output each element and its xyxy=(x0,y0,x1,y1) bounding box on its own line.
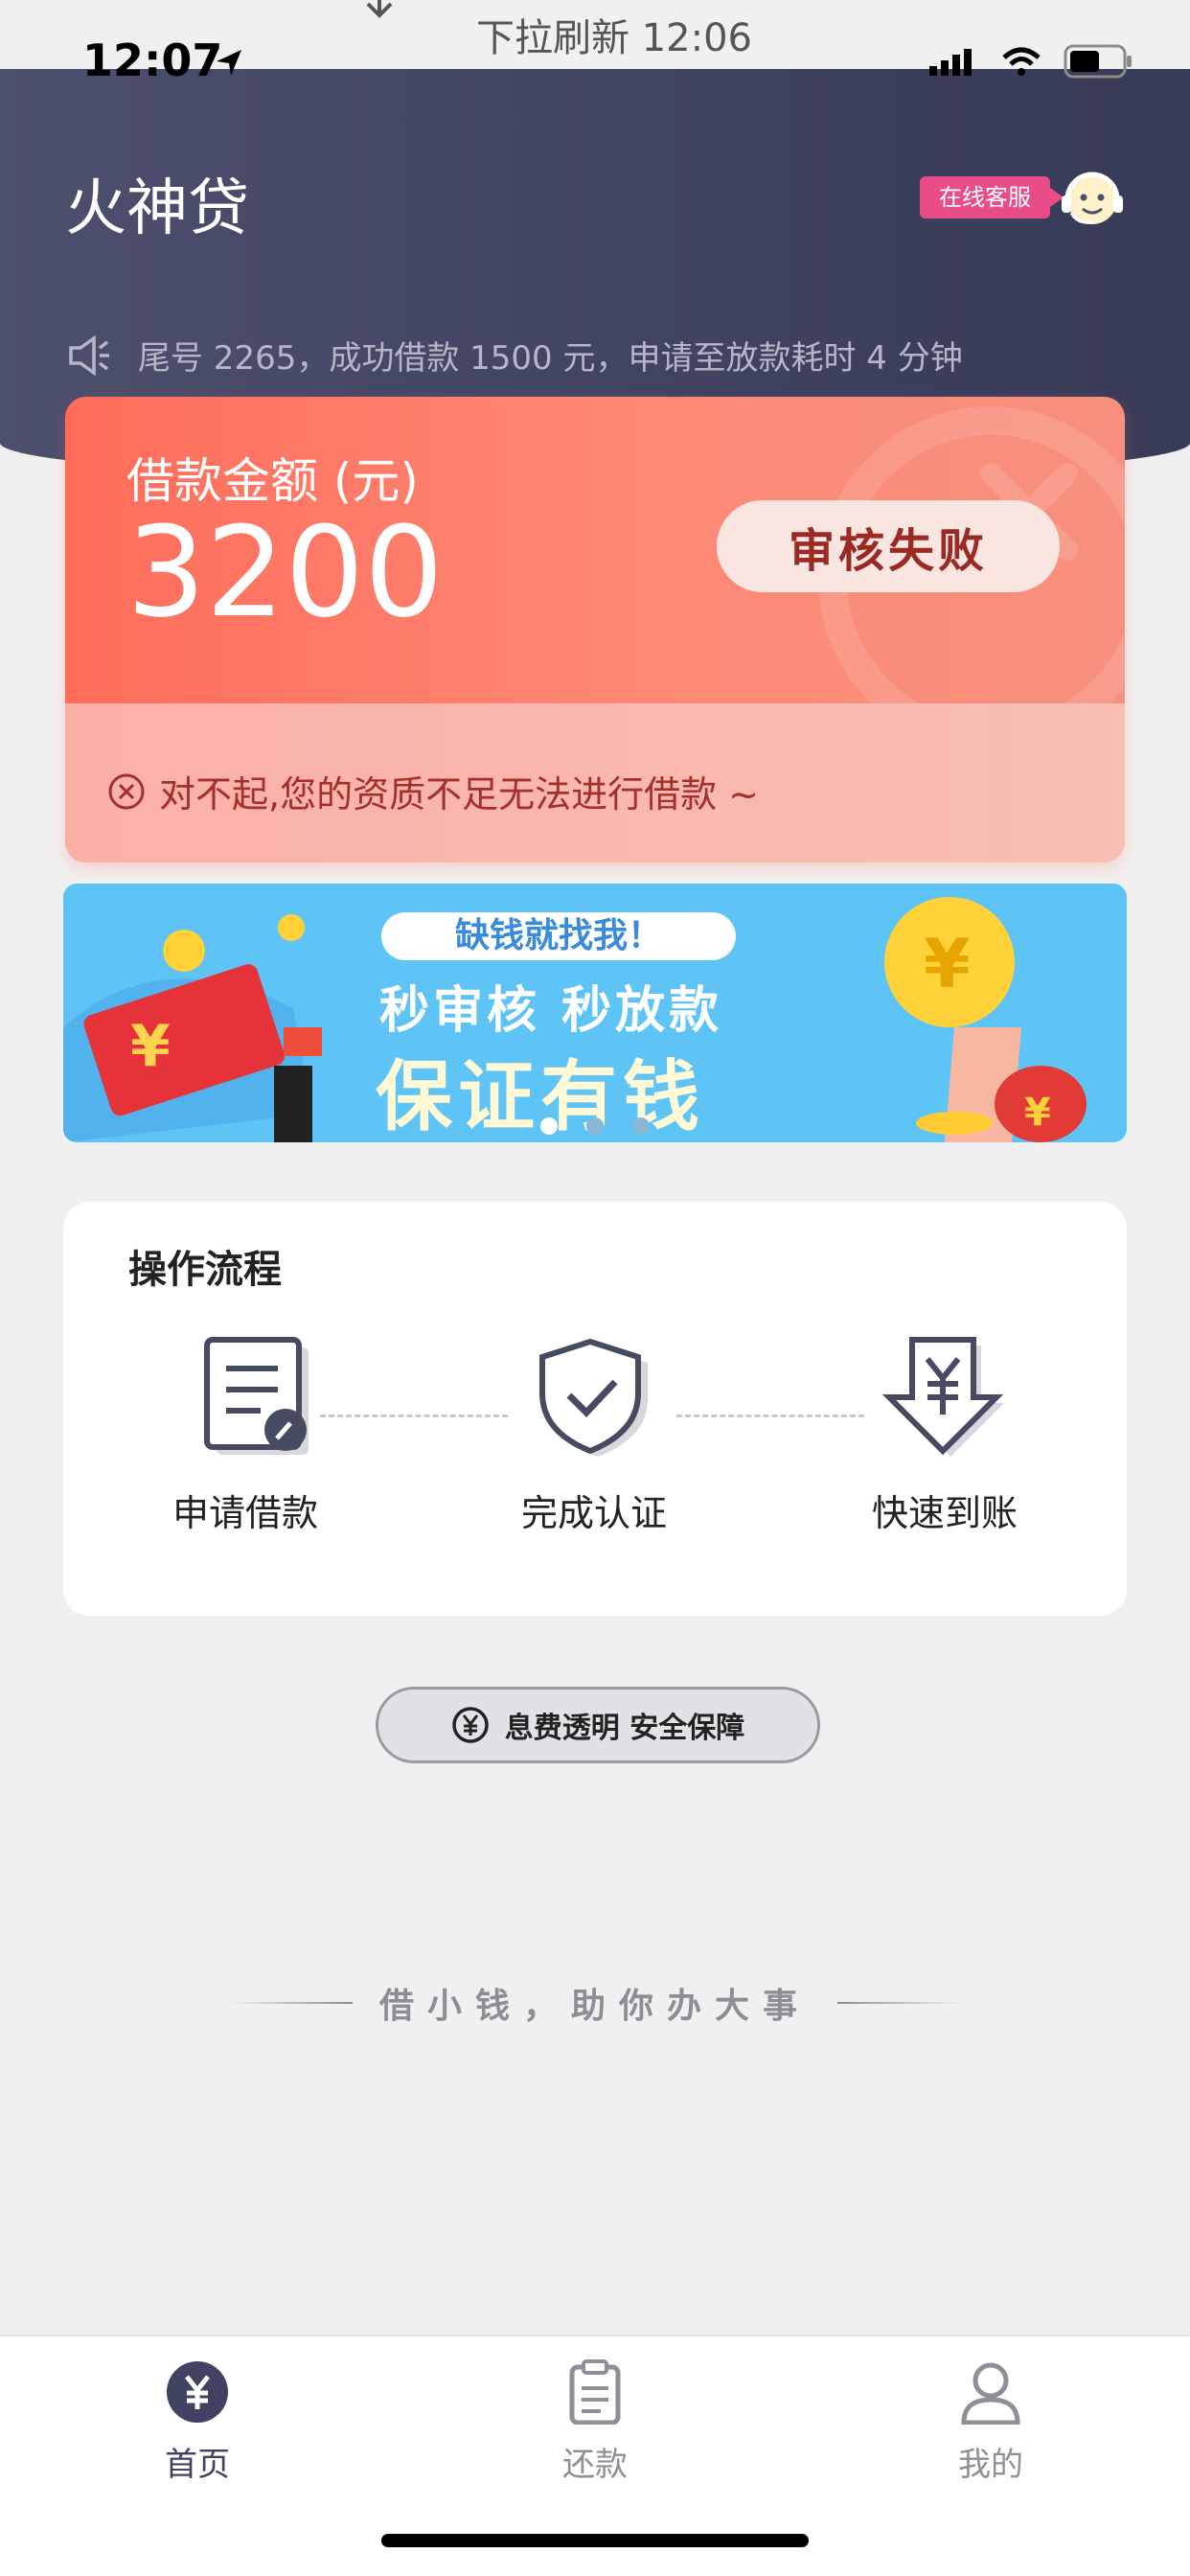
customer-service-badge[interactable]: 在线客服 xyxy=(920,176,1064,218)
status-time: 12:07 xyxy=(82,34,223,86)
tab-home[interactable]: 首页 xyxy=(102,2359,293,2485)
app-title: 火神贷 xyxy=(65,173,249,244)
yuan-circle-icon xyxy=(452,1707,489,1743)
promo-banner[interactable]: ¥ ¥ ¥ 缺钱就找我！ 秒审核 秒放款 保证有钱 xyxy=(63,884,1127,1142)
process-step-label: 快速到账 xyxy=(871,1492,1018,1534)
guarantee-text: 息费透明 安全保障 xyxy=(504,1712,745,1745)
document-edit-icon xyxy=(204,1337,309,1455)
process-step-verify: 完成认证 xyxy=(450,1336,738,1536)
guarantee-badge: 息费透明 安全保障 xyxy=(376,1687,820,1763)
banner-tag: 缺钱就找我！ xyxy=(381,912,736,960)
shield-check-icon xyxy=(539,1338,648,1457)
process-card: 操作流程 申请借款 完成认证 快速到账 xyxy=(63,1202,1127,1616)
location-arrow-icon xyxy=(217,50,241,76)
svg-text:¥: ¥ xyxy=(130,1013,171,1080)
review-status-badge[interactable]: 审核失败 xyxy=(717,500,1060,592)
slogan: 借小钱，助你办大事 xyxy=(0,1978,1190,2028)
process-title: 操作流程 xyxy=(128,1248,282,1292)
arrow-down-icon xyxy=(366,0,393,18)
signal-icon xyxy=(929,49,972,76)
slogan-text: 借小钱，助你办大事 xyxy=(378,1986,811,2026)
user-icon xyxy=(961,2362,1020,2426)
slogan-divider xyxy=(837,2002,962,2004)
yuan-download-icon xyxy=(881,1337,1004,1457)
process-step-apply: 申请借款 xyxy=(102,1336,389,1536)
tab-repay[interactable]: 还款 xyxy=(499,2359,691,2485)
page: 下拉刷新 12:06 12:07 火神贷 在线客服 尾号 2265，成功借款 1… xyxy=(0,0,1190,2576)
status-icons xyxy=(929,44,1133,79)
banner-dot[interactable] xyxy=(632,1117,650,1135)
banner-headline: 秒审核 秒放款 xyxy=(379,982,723,1040)
svg-text:¥: ¥ xyxy=(924,925,971,1003)
home-indicator xyxy=(381,2534,809,2547)
battery-icon xyxy=(1064,44,1132,79)
loan-message-area: 对不起,您的资质不足无法进行借款 ~ xyxy=(65,703,1125,862)
tab-mine[interactable]: 我的 xyxy=(895,2359,1087,2485)
notice-bar: 尾号 2265，成功借款 1500 元，申请至放款耗时 4 分钟 xyxy=(67,332,963,379)
yuan-circle-icon xyxy=(167,2361,228,2423)
banner-dot[interactable] xyxy=(540,1117,558,1135)
process-step-label: 完成认证 xyxy=(520,1492,667,1534)
tab-label: 还款 xyxy=(562,2446,628,2484)
status-bar: 12:07 xyxy=(0,29,1190,105)
banner-dot[interactable] xyxy=(586,1117,604,1135)
loan-status-card: 借款金额 (元) 3200 审核失败 对不起,您的资质不足无法进行借款 ~ xyxy=(65,397,1125,862)
notice-text: 尾号 2265，成功借款 1500 元，申请至放款耗时 4 分钟 xyxy=(138,339,963,378)
process-step-receive: 快速到账 xyxy=(801,1336,1088,1536)
wifi-icon xyxy=(1002,47,1041,76)
customer-service-icon[interactable] xyxy=(1054,161,1131,238)
tab-label: 首页 xyxy=(165,2446,230,2484)
process-step-label: 申请借款 xyxy=(172,1492,318,1534)
loan-message: 对不起,您的资质不足无法进行借款 ~ xyxy=(107,765,759,817)
tab-label: 我的 xyxy=(958,2446,1023,2484)
speaker-icon xyxy=(69,334,109,376)
clipboard-icon xyxy=(569,2359,621,2426)
loan-message-text: 对不起,您的资质不足无法进行借款 ~ xyxy=(159,773,759,816)
close-circle-icon xyxy=(108,773,145,809)
slogan-divider xyxy=(227,2002,353,2004)
banner-pagination xyxy=(63,1117,1127,1135)
loan-amount-value: 3200 xyxy=(126,499,444,645)
